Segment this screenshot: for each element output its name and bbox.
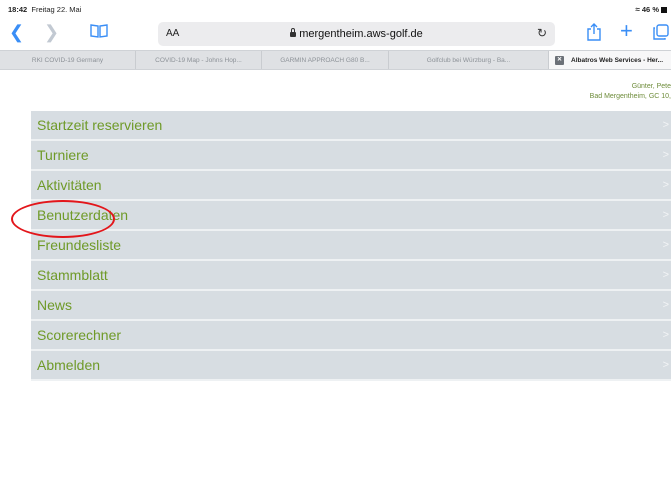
chevron-right-icon: > <box>662 149 669 161</box>
menu-item-stammblatt[interactable]: Stammblatt > <box>31 261 671 291</box>
browser-toolbar: ❮ ❯ AA mergentheim.aws-golf.de ↻ + <box>0 18 671 48</box>
chevron-right-icon: > <box>662 119 669 131</box>
menu-item-abmelden[interactable]: Abmelden > <box>31 351 671 381</box>
chevron-right-icon: > <box>662 299 669 311</box>
menu-item-news[interactable]: News > <box>31 291 671 321</box>
user-club: Bad Mergentheim, GC 10, <box>589 93 671 100</box>
share-icon[interactable] <box>586 23 602 41</box>
new-tab-button[interactable]: + <box>620 20 633 42</box>
address-bar[interactable]: AA mergentheim.aws-golf.de ↻ <box>158 22 555 46</box>
menu-item-startzeit[interactable]: Startzeit reservieren > <box>31 111 671 141</box>
reload-icon[interactable]: ↻ <box>537 26 547 40</box>
chevron-right-icon: > <box>662 209 669 221</box>
tab-covid-map[interactable]: COVID-19 Map - Johns Hop... <box>136 51 262 69</box>
forward-button[interactable]: ❯ <box>44 23 59 41</box>
tab-bar: RKI COVID-19 Germany COVID-19 Map - John… <box>0 50 671 70</box>
chevron-right-icon: > <box>662 329 669 341</box>
tab-garmin[interactable]: GARMIN APPROACH G80 B... <box>262 51 389 69</box>
url-display: mergentheim.aws-golf.de <box>158 28 555 40</box>
battery-percent: 46 % <box>641 5 659 14</box>
main-menu: Startzeit reservieren > Turniere > Aktiv… <box>31 111 671 381</box>
menu-item-scorerechner[interactable]: Scorerechner > <box>31 321 671 351</box>
menu-item-turniere[interactable]: Turniere > <box>31 141 671 171</box>
user-info: Günter, Pete Bad Mergentheim, GC 10, <box>590 82 671 102</box>
wifi-icon: ≈ <box>635 5 640 14</box>
tab-golfclub[interactable]: Golfclub bei Würzburg - Ba... <box>389 51 549 69</box>
page-content: Günter, Pete Bad Mergentheim, GC 10, Sta… <box>0 71 671 493</box>
close-tab-icon[interactable]: ✕ <box>555 55 564 65</box>
status-bar: 18:42 Freitag 22. Mai ≈ 46 % <box>0 0 671 18</box>
tab-albatros[interactable]: ✕ Albatros Web Services - Her... <box>549 51 671 69</box>
user-name: Günter, Pete <box>631 83 671 90</box>
chevron-right-icon: > <box>662 269 669 281</box>
url-text: mergentheim.aws-golf.de <box>299 28 423 40</box>
status-time: 18:42 Freitag 22. Mai <box>8 5 82 14</box>
bookmarks-icon[interactable] <box>90 24 108 38</box>
menu-item-freundesliste[interactable]: Freundesliste > <box>31 231 671 261</box>
tabs-overview-icon[interactable] <box>652 24 671 40</box>
lock-icon <box>290 28 297 37</box>
menu-item-aktivitaeten[interactable]: Aktivitäten > <box>31 171 671 201</box>
menu-item-benutzerdaten[interactable]: Benutzerdaten > <box>31 201 671 231</box>
battery-icon <box>661 6 667 13</box>
tab-rki[interactable]: RKI COVID-19 Germany <box>0 51 136 69</box>
status-indicators: ≈ 46 % <box>635 5 667 14</box>
chevron-right-icon: > <box>662 179 669 191</box>
chevron-right-icon: > <box>662 359 669 371</box>
chevron-right-icon: > <box>662 239 669 251</box>
back-button[interactable]: ❮ <box>9 23 24 41</box>
